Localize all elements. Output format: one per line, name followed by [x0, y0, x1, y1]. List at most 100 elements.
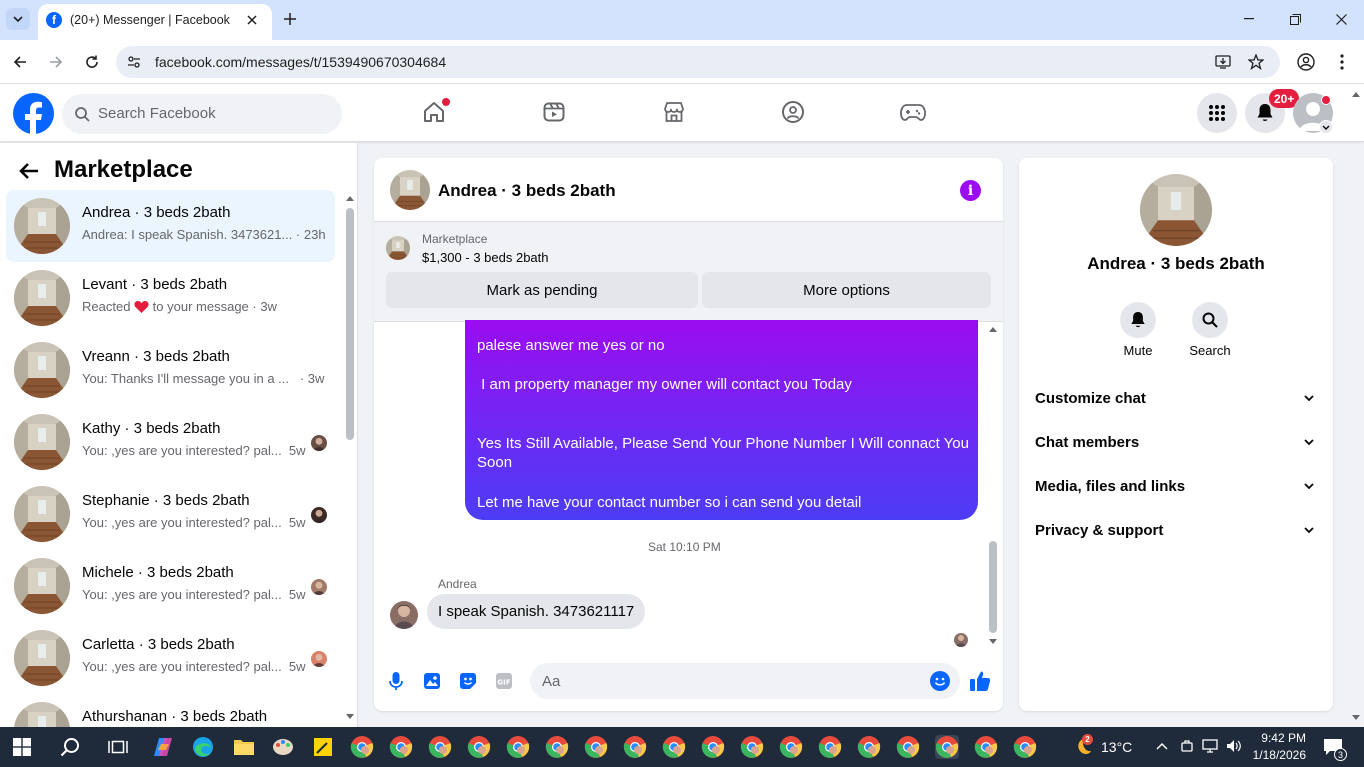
like-thumb-icon[interactable] — [968, 669, 992, 693]
mark-as-pending-button[interactable]: Mark as pending — [386, 272, 698, 308]
chat-title[interactable]: Andrea · 3 beds 2bath — [438, 181, 616, 201]
details-avatar[interactable] — [1140, 174, 1212, 246]
search-in-chat-button[interactable] — [1192, 302, 1228, 338]
scroll-up-arrow[interactable] — [345, 193, 355, 203]
more-options-button[interactable]: More options — [702, 272, 991, 308]
sticker-icon[interactable] — [458, 671, 478, 691]
chrome-taskbar-icon[interactable] — [896, 735, 920, 759]
reload-icon[interactable] — [82, 52, 102, 72]
page-scroll-up[interactable] — [1351, 89, 1361, 99]
chrome-taskbar-icon[interactable] — [623, 735, 647, 759]
conversation-item[interactable]: Levant · 3 beds 2bath Reacted to your mes… — [6, 262, 335, 334]
info-icon[interactable]: i — [960, 180, 981, 201]
conversation-item[interactable]: Andrea · 3 beds 2bath Andrea: I speak Spa… — [6, 190, 335, 262]
menu-grid-button[interactable] — [1197, 93, 1237, 133]
sticky-notes-icon[interactable] — [311, 735, 335, 759]
sent-message-bubble[interactable]: palese answer me yes or no I am property… — [465, 320, 978, 520]
message-composer-input[interactable]: Aa — [530, 663, 960, 699]
nav-gaming-icon[interactable] — [899, 98, 927, 126]
chat-avatar[interactable] — [390, 170, 430, 210]
file-explorer-icon[interactable] — [232, 735, 256, 759]
customize-chat-section[interactable]: Customize chat — [1027, 384, 1325, 414]
tab-list-button[interactable] — [6, 8, 30, 30]
restore-button[interactable] — [1284, 8, 1306, 30]
new-tab-button[interactable] — [280, 9, 300, 29]
chrome-taskbar-icon[interactable] — [350, 735, 374, 759]
chrome-taskbar-icon[interactable] — [545, 735, 569, 759]
conversation-item[interactable]: Stephanie · 3 beds 2bath You: ,yes are yo… — [6, 478, 335, 550]
sender-avatar[interactable] — [390, 601, 418, 629]
network-icon[interactable] — [1201, 739, 1219, 753]
conversation-item[interactable]: Vreann · 3 beds 2bath You: Thanks I'll me… — [6, 334, 335, 406]
forward-arrow-icon[interactable] — [46, 52, 66, 72]
back-arrow-icon[interactable] — [10, 52, 30, 72]
back-arrow-icon[interactable] — [18, 160, 40, 182]
chrome-taskbar-icon[interactable] — [506, 735, 530, 759]
chrome-taskbar-icon[interactable] — [467, 735, 491, 759]
media-files-links-section[interactable]: Media, files and links — [1027, 472, 1325, 502]
chrome-taskbar-icon[interactable] — [779, 735, 803, 759]
paint-app-icon[interactable] — [271, 735, 295, 759]
site-info-icon[interactable] — [126, 54, 142, 70]
volume-icon[interactable] — [1225, 739, 1243, 753]
chrome-taskbar-icon[interactable] — [389, 735, 413, 759]
received-message-bubble[interactable]: I speak Spanish. 3473621117 — [427, 594, 646, 629]
search-facebook-input[interactable]: Search Facebook — [62, 94, 342, 134]
chrome-taskbar-icon[interactable] — [428, 735, 452, 759]
messages-scroll-down[interactable] — [988, 636, 998, 646]
messages-scroll-up[interactable] — [988, 324, 998, 334]
conversation-item[interactable]: Carletta · 3 beds 2bath You: ,yes are you… — [6, 622, 335, 694]
messages-scrollbar-thumb[interactable] — [989, 541, 997, 633]
photo-attach-icon[interactable] — [422, 671, 442, 691]
clock-time[interactable]: 9:42 PM — [1256, 731, 1306, 745]
microphone-icon[interactable] — [386, 671, 406, 691]
close-window-button[interactable] — [1330, 8, 1352, 30]
privacy-support-section[interactable]: Privacy & support — [1027, 516, 1325, 546]
browser-menu-icon[interactable] — [1332, 52, 1352, 72]
chrome-taskbar-icon[interactable] — [857, 735, 881, 759]
windows-start-icon[interactable] — [12, 737, 32, 757]
nav-video-icon[interactable] — [540, 98, 568, 126]
nav-marketplace-icon[interactable] — [660, 98, 688, 126]
emoji-icon[interactable] — [930, 671, 950, 691]
chrome-taskbar-icon[interactable] — [701, 735, 725, 759]
bookmark-star-icon[interactable] — [1247, 53, 1265, 71]
tray-chevron-up-icon[interactable] — [1155, 739, 1169, 753]
account-chevron-icon[interactable] — [1319, 120, 1333, 134]
conversation-preview: You: ,yes are you interested? pal... 5w — [82, 515, 306, 530]
conversation-item[interactable]: Athurshanan · 3 beds 2bath — [6, 694, 335, 727]
page-scroll-down[interactable] — [1351, 712, 1361, 722]
chat-members-section[interactable]: Chat members — [1027, 428, 1325, 458]
close-tab-icon[interactable] — [244, 12, 260, 28]
gif-icon[interactable]: GIF — [494, 671, 514, 691]
profile-icon[interactable] — [1296, 52, 1316, 72]
chrome-taskbar-icon[interactable] — [584, 735, 608, 759]
chrome-taskbar-icon[interactable] — [818, 735, 842, 759]
chrome-taskbar-icon[interactable] — [974, 735, 998, 759]
edge-browser-icon[interactable] — [191, 735, 215, 759]
conversation-scrollbar-thumb[interactable] — [346, 208, 354, 440]
chrome-taskbar-icon[interactable] — [1013, 735, 1037, 759]
chrome-taskbar-icon[interactable] — [740, 735, 764, 759]
onedrive-tray-icon[interactable] — [1180, 739, 1194, 753]
task-view-icon[interactable] — [106, 735, 130, 759]
conversation-item[interactable]: Kathy · 3 beds 2bath You: ,yes are you in… — [6, 406, 335, 478]
nav-groups-icon[interactable] — [779, 98, 807, 126]
conversation-item[interactable]: Michele · 3 beds 2bath You: ,yes are you … — [6, 550, 335, 622]
taskbar-search-icon[interactable] — [58, 735, 82, 759]
url-bar[interactable]: facebook.com/messages/t/1539490670304684 — [116, 46, 1280, 78]
chrome-taskbar-icon[interactable] — [662, 735, 686, 759]
listing-thumbnail[interactable] — [386, 236, 410, 260]
scroll-down-arrow[interactable] — [345, 711, 355, 721]
chrome-taskbar-icon[interactable] — [935, 735, 959, 759]
sent-line-5: Let me have your contact number so i can… — [477, 494, 862, 511]
listing-detail[interactable]: $1,300 - 3 beds 2bath — [422, 250, 549, 265]
copilot-icon[interactable] — [151, 735, 175, 759]
facebook-logo-icon[interactable] — [13, 93, 54, 134]
mute-button[interactable] — [1120, 302, 1156, 338]
browser-tab[interactable]: f (20+) Messenger | Facebook — [38, 4, 272, 40]
install-app-icon[interactable] — [1214, 53, 1232, 71]
minimize-button[interactable] — [1238, 8, 1260, 30]
clock-date[interactable]: 1/18/2026 — [1252, 748, 1306, 762]
temperature-text[interactable]: 13°C — [1101, 739, 1132, 755]
